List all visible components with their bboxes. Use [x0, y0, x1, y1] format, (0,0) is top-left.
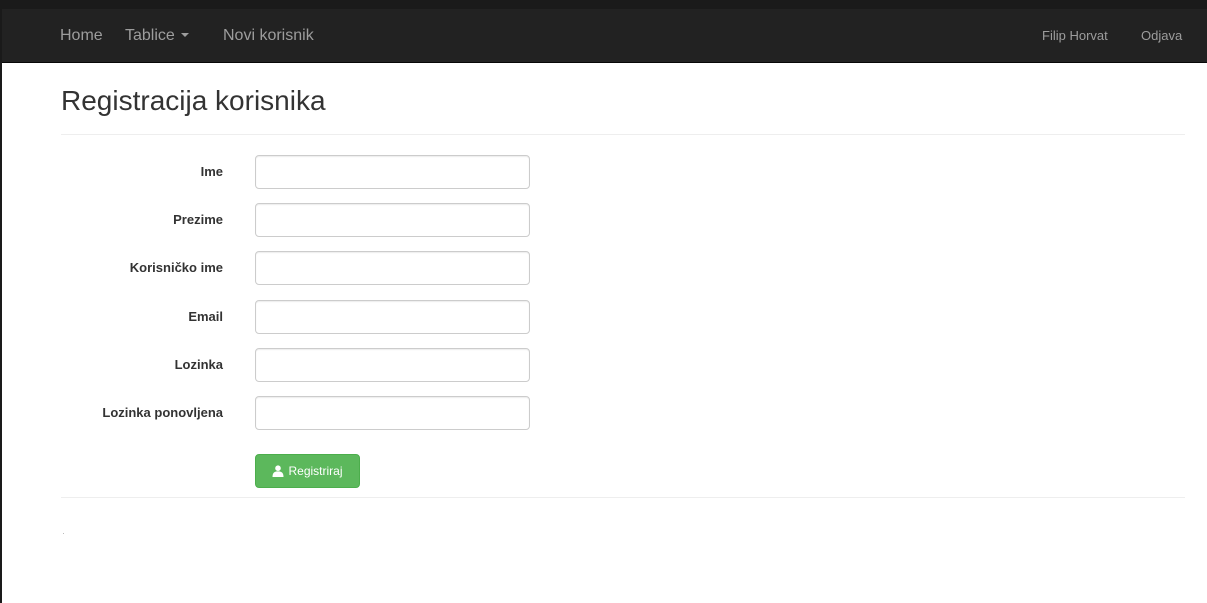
- nav-new-user[interactable]: Novi korisnik: [223, 9, 314, 63]
- label-username: Korisničko ime: [129, 260, 223, 275]
- password-input[interactable]: [255, 348, 530, 382]
- nav-home[interactable]: Home: [60, 9, 103, 63]
- last-name-input[interactable]: [255, 203, 530, 237]
- label-last-name: Prezime: [173, 212, 223, 227]
- user-icon: [272, 465, 284, 477]
- footer-dot: [63, 533, 64, 534]
- label-email: Email: [188, 309, 223, 324]
- title-divider: [61, 134, 1185, 135]
- window-frame: Home Tablice Novi korisnik Filip Horvat …: [0, 0, 1207, 603]
- username-input[interactable]: [255, 251, 530, 285]
- navbar: Home Tablice Novi korisnik Filip Horvat …: [2, 9, 1207, 63]
- label-password: Lozinka: [174, 357, 223, 372]
- page-title: Registracija korisnika: [61, 85, 326, 116]
- nav-user-name[interactable]: Filip Horvat: [1042, 9, 1108, 63]
- caret-down-icon: [180, 32, 189, 37]
- footer-divider: [61, 497, 1185, 498]
- label-password-repeat: Lozinka ponovljena: [102, 405, 223, 420]
- nav-tables-dropdown[interactable]: Tablice: [125, 9, 189, 63]
- nav-logout[interactable]: Odjava: [1141, 9, 1182, 63]
- register-button-label: Registriraj: [288, 464, 343, 478]
- nav-tables-label: Tablice: [125, 27, 175, 44]
- password-repeat-input[interactable]: [255, 396, 530, 430]
- register-button[interactable]: Registriraj: [255, 454, 360, 488]
- label-first-name: Ime: [200, 164, 223, 179]
- first-name-input[interactable]: [255, 155, 530, 189]
- email-input[interactable]: [255, 300, 530, 334]
